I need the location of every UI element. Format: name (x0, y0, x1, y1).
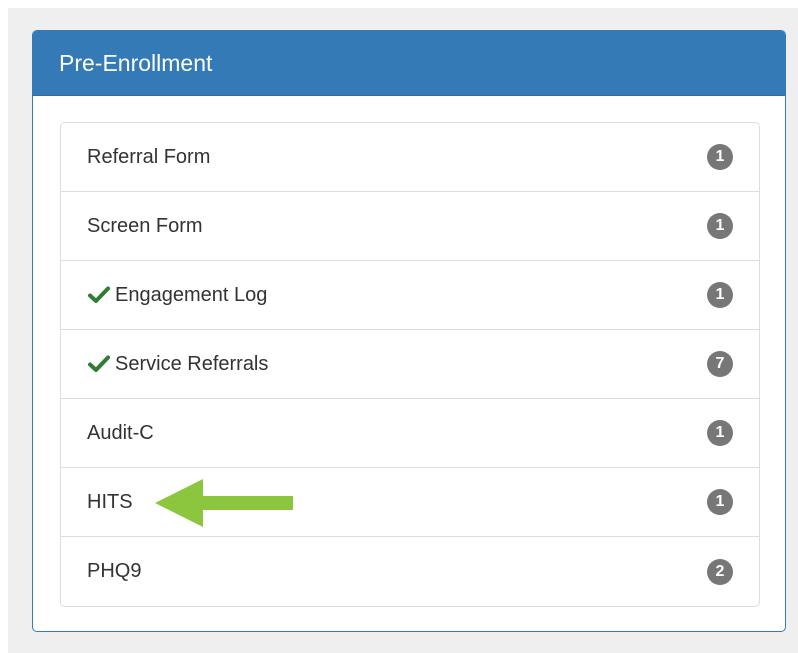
list-item-referral-form[interactable]: Referral Form 1 (61, 123, 759, 192)
form-list: Referral Form 1 Screen Form 1 Engagement… (60, 122, 760, 607)
count-badge: 2 (707, 558, 733, 585)
item-label: Referral Form (87, 145, 211, 168)
item-label: Service Referrals (115, 352, 269, 375)
count-badge: 1 (707, 420, 733, 446)
list-item-phq9[interactable]: PHQ9 2 (61, 537, 759, 606)
item-label: Audit-C (87, 421, 154, 444)
count-badge: 1 (707, 213, 733, 239)
count-badge: 1 (707, 489, 733, 515)
list-item-audit-c[interactable]: Audit-C 1 (61, 399, 759, 468)
item-label: Screen Form (87, 214, 203, 237)
panel-heading: Pre-Enrollment (33, 31, 785, 96)
list-item-service-referrals[interactable]: Service Referrals 7 (61, 330, 759, 399)
checkmark-icon (87, 354, 111, 374)
arrow-left-icon (155, 479, 293, 527)
count-badge: 7 (707, 351, 733, 377)
item-label: HITS (87, 490, 133, 513)
pre-enrollment-panel: Pre-Enrollment Referral Form 1 Screen Fo… (32, 30, 786, 632)
item-label: Engagement Log (115, 283, 268, 306)
item-label: PHQ9 (87, 560, 142, 582)
list-item-screen-form[interactable]: Screen Form 1 (61, 192, 759, 261)
count-badge: 1 (707, 282, 733, 308)
list-item-engagement-log[interactable]: Engagement Log 1 (61, 261, 759, 330)
checkmark-icon (87, 285, 111, 305)
count-badge: 1 (707, 144, 733, 170)
